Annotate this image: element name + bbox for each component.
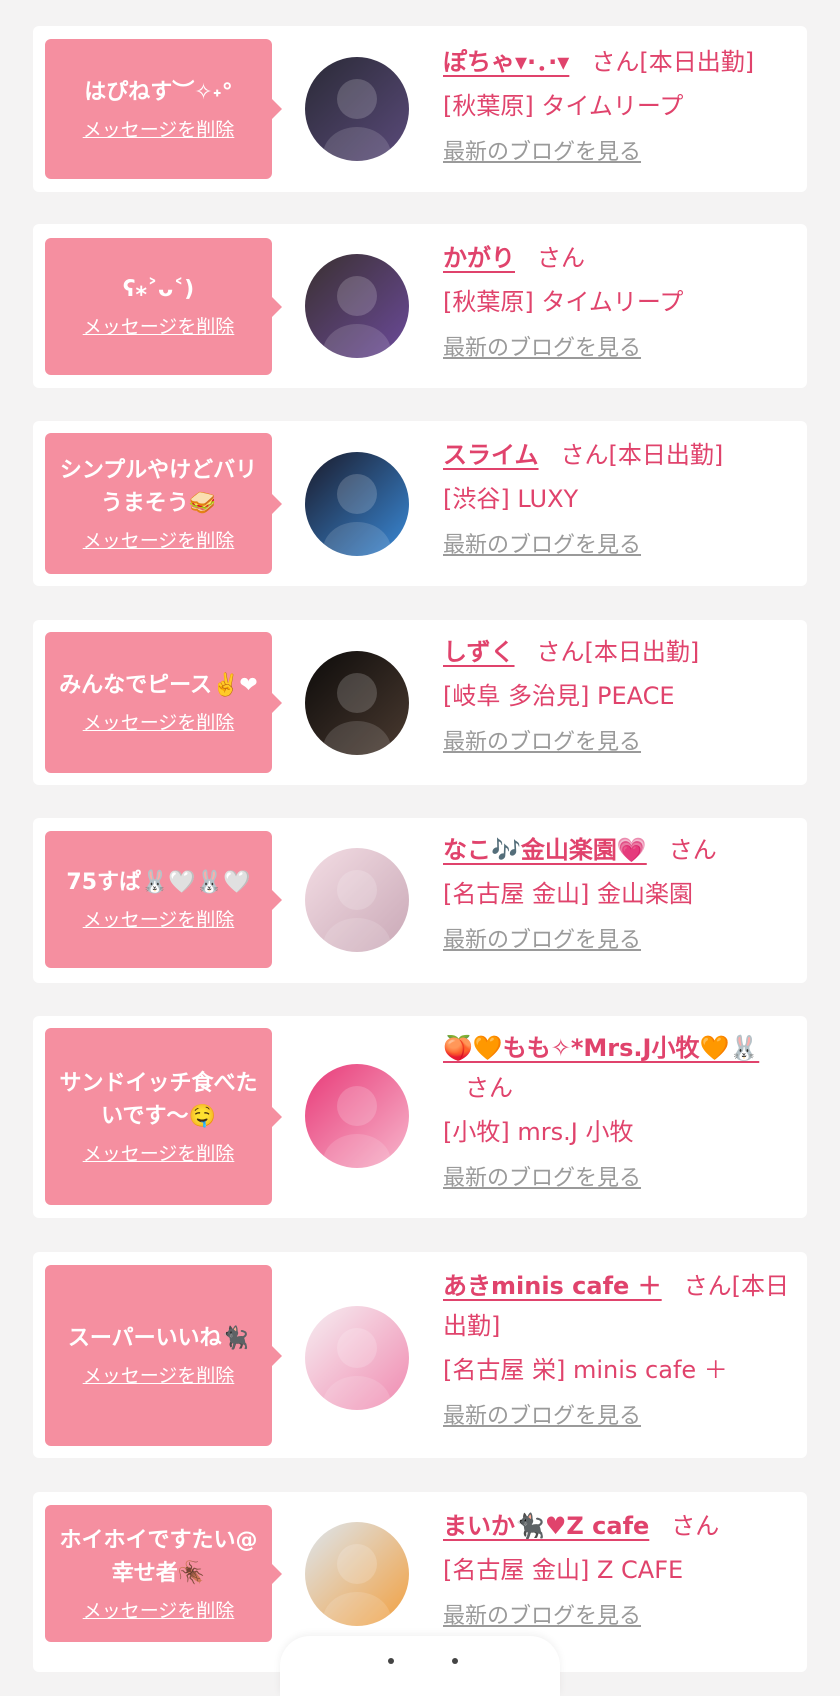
- delete-message-link[interactable]: メッセージを削除: [83, 528, 235, 554]
- avatar[interactable]: [305, 452, 409, 556]
- profile-info: スライム さん[本日出勤] [渋谷] LUXY 最新のブログを見る: [443, 435, 793, 561]
- favorite-card: みんなでピース✌️❤ メッセージを削除 しずく さん[本日出勤] [岐阜 多治見] PE…: [33, 620, 807, 785]
- honorific-status: さん: [537, 244, 585, 272]
- message-text: シンプルやけどバリうまそう🥪: [59, 457, 258, 516]
- honorific-status: さん: [465, 1074, 513, 1102]
- shop-label: [秋葉原] タイムリープ: [443, 92, 684, 120]
- honorific-status: さん: [668, 836, 717, 864]
- profile-info: なこ🎶金山楽園💗 さん [名古屋 金山] 金山楽園 最新のブログを見る: [443, 830, 793, 956]
- tab-dot-icon: [388, 1658, 394, 1664]
- avatar[interactable]: [305, 254, 409, 358]
- avatar[interactable]: [305, 57, 409, 161]
- message-text: みんなでピース✌️❤: [59, 673, 258, 698]
- message-bubble: ʕ⁎˃ᴗ˂) メッセージを削除: [45, 238, 282, 375]
- profile-name-link[interactable]: あきminis cafe ＋: [443, 1272, 662, 1300]
- message-text: はぴねす︶✧˖°: [84, 79, 233, 105]
- honorific-status: さん[本日出勤]: [560, 441, 724, 469]
- shop-label: [岐阜 多治見] PEACE: [443, 682, 675, 710]
- bottom-tab-bar[interactable]: [280, 1636, 560, 1696]
- name-line: なこ🎶金山楽園💗 さん: [443, 830, 793, 870]
- favorite-card: スーパーいいね🐈‍⬛ メッセージを削除 あきminis cafe ＋さん[本日出勤]…: [33, 1252, 807, 1458]
- profile-name-link[interactable]: まいか🐈‍⬛♥Z cafe: [443, 1512, 649, 1540]
- tab-dot-icon: [452, 1658, 458, 1664]
- avatar[interactable]: [305, 848, 409, 952]
- delete-message-link[interactable]: メッセージを削除: [83, 1141, 235, 1167]
- message-bubble: みんなでピース✌️❤ メッセージを削除: [45, 632, 282, 773]
- favorite-card: サンドイッチ食べたいです〜🤤 メッセージを削除 🍑🧡もも✧*Mrs.J小牧🧡🐰 さん […: [33, 1016, 807, 1218]
- message-text: ホイホイですたい@幸せ者🪳: [59, 1527, 258, 1586]
- message-bubble: はぴねす︶✧˖° メッセージを削除: [45, 39, 282, 179]
- profile-name-link[interactable]: ぽちゃ▾·．·▾: [443, 48, 569, 76]
- latest-blog-link[interactable]: 最新のブログを見る: [443, 1602, 641, 1632]
- message-text: ʕ⁎˃ᴗ˂): [122, 277, 195, 302]
- delete-message-link[interactable]: メッセージを削除: [83, 314, 235, 340]
- favorite-card: 75すぱ🐰🤍🐰🤍 メッセージを削除 なこ🎶金山楽園💗 さん [名古屋 金山] 金山楽園最…: [33, 818, 807, 983]
- message-text: スーパーいいね🐈‍⬛: [67, 1326, 250, 1351]
- honorific-status: さん: [671, 1512, 720, 1540]
- profile-name-link[interactable]: なこ🎶金山楽園💗: [443, 836, 647, 864]
- message-bubble: スーパーいいね🐈‍⬛ メッセージを削除: [45, 1265, 282, 1446]
- avatar[interactable]: [305, 1306, 409, 1410]
- latest-blog-link[interactable]: 最新のブログを見る: [443, 138, 641, 168]
- name-line: しずく さん[本日出勤]: [443, 632, 793, 672]
- shop-label: [渋谷] LUXY: [443, 485, 579, 513]
- shop-label: [小牧] mrs.J 小牧: [443, 1118, 634, 1146]
- latest-blog-link[interactable]: 最新のブログを見る: [443, 728, 641, 758]
- profile-info: まいか🐈‍⬛♥Z cafe さん [名古屋 金山] Z CAFE 最新のブログを見る: [443, 1506, 793, 1632]
- latest-blog-link[interactable]: 最新のブログを見る: [443, 1164, 641, 1194]
- delete-message-link[interactable]: メッセージを削除: [83, 117, 235, 143]
- message-bubble: ホイホイですたい@幸せ者🪳 メッセージを削除: [45, 1505, 282, 1642]
- message-bubble: 75すぱ🐰🤍🐰🤍 メッセージを削除: [45, 831, 282, 968]
- name-line: まいか🐈‍⬛♥Z cafe さん: [443, 1506, 793, 1546]
- honorific-status: さん[本日出勤]: [591, 48, 755, 76]
- honorific-status: さん[本日出勤]: [536, 638, 700, 666]
- favorite-card: ʕ⁎˃ᴗ˂) メッセージを削除 かがり さん [秋葉原] タイムリープ 最新のブログを見る: [33, 224, 807, 388]
- name-line: ぽちゃ▾·．·▾ さん[本日出勤]: [443, 42, 793, 82]
- latest-blog-link[interactable]: 最新のブログを見る: [443, 1402, 641, 1432]
- favorite-card: シンプルやけどバリうまそう🥪 メッセージを削除 スライム さん[本日出勤] [渋谷] L…: [33, 421, 807, 586]
- delete-message-link[interactable]: メッセージを削除: [83, 1598, 235, 1624]
- profile-info: 🍑🧡もも✧*Mrs.J小牧🧡🐰 さん [小牧] mrs.J 小牧 最新のブログを見る: [443, 1028, 793, 1194]
- profile-info: ぽちゃ▾·．·▾ さん[本日出勤] [秋葉原] タイムリープ 最新のブログを見る: [443, 42, 793, 168]
- profile-info: あきminis cafe ＋さん[本日出勤] [名古屋 栄] minis cafe…: [443, 1266, 793, 1432]
- message-text: 75すぱ🐰🤍🐰🤍: [66, 870, 251, 895]
- name-line: スライム さん[本日出勤]: [443, 435, 793, 475]
- name-line: かがり さん: [443, 238, 793, 278]
- shop-label: [秋葉原] タイムリープ: [443, 288, 684, 316]
- shop-label: [名古屋 金山] Z CAFE: [443, 1556, 684, 1584]
- profile-name-link[interactable]: かがり: [443, 244, 515, 272]
- message-bubble: サンドイッチ食べたいです〜🤤 メッセージを削除: [45, 1028, 282, 1205]
- shop-label: [名古屋 金山] 金山楽園: [443, 880, 693, 908]
- latest-blog-link[interactable]: 最新のブログを見る: [443, 334, 641, 364]
- message-bubble: シンプルやけどバリうまそう🥪 メッセージを削除: [45, 433, 282, 574]
- profile-name-link[interactable]: スライム: [443, 441, 539, 469]
- profile-name-link[interactable]: 🍑🧡もも✧*Mrs.J小牧🧡🐰: [443, 1034, 759, 1062]
- shop-label: [名古屋 栄] minis cafe ＋: [443, 1356, 728, 1384]
- profile-info: しずく さん[本日出勤] [岐阜 多治見] PEACE 最新のブログを見る: [443, 632, 793, 758]
- latest-blog-link[interactable]: 最新のブログを見る: [443, 531, 641, 561]
- avatar[interactable]: [305, 651, 409, 755]
- delete-message-link[interactable]: メッセージを削除: [83, 907, 235, 933]
- profile-info: かがり さん [秋葉原] タイムリープ 最新のブログを見る: [443, 238, 793, 364]
- avatar[interactable]: [305, 1064, 409, 1168]
- delete-message-link[interactable]: メッセージを削除: [83, 710, 235, 736]
- message-text: サンドイッチ食べたいです〜🤤: [59, 1070, 258, 1129]
- profile-name-link[interactable]: しずく: [443, 638, 515, 666]
- avatar[interactable]: [305, 1522, 409, 1626]
- delete-message-link[interactable]: メッセージを削除: [83, 1363, 235, 1389]
- name-line: 🍑🧡もも✧*Mrs.J小牧🧡🐰 さん: [443, 1028, 793, 1108]
- favorite-card: はぴねす︶✧˖° メッセージを削除 ぽちゃ▾·．·▾ さん[本日出勤] [秋葉原] タイ…: [33, 26, 807, 192]
- latest-blog-link[interactable]: 最新のブログを見る: [443, 926, 641, 956]
- name-line: あきminis cafe ＋さん[本日出勤]: [443, 1266, 793, 1346]
